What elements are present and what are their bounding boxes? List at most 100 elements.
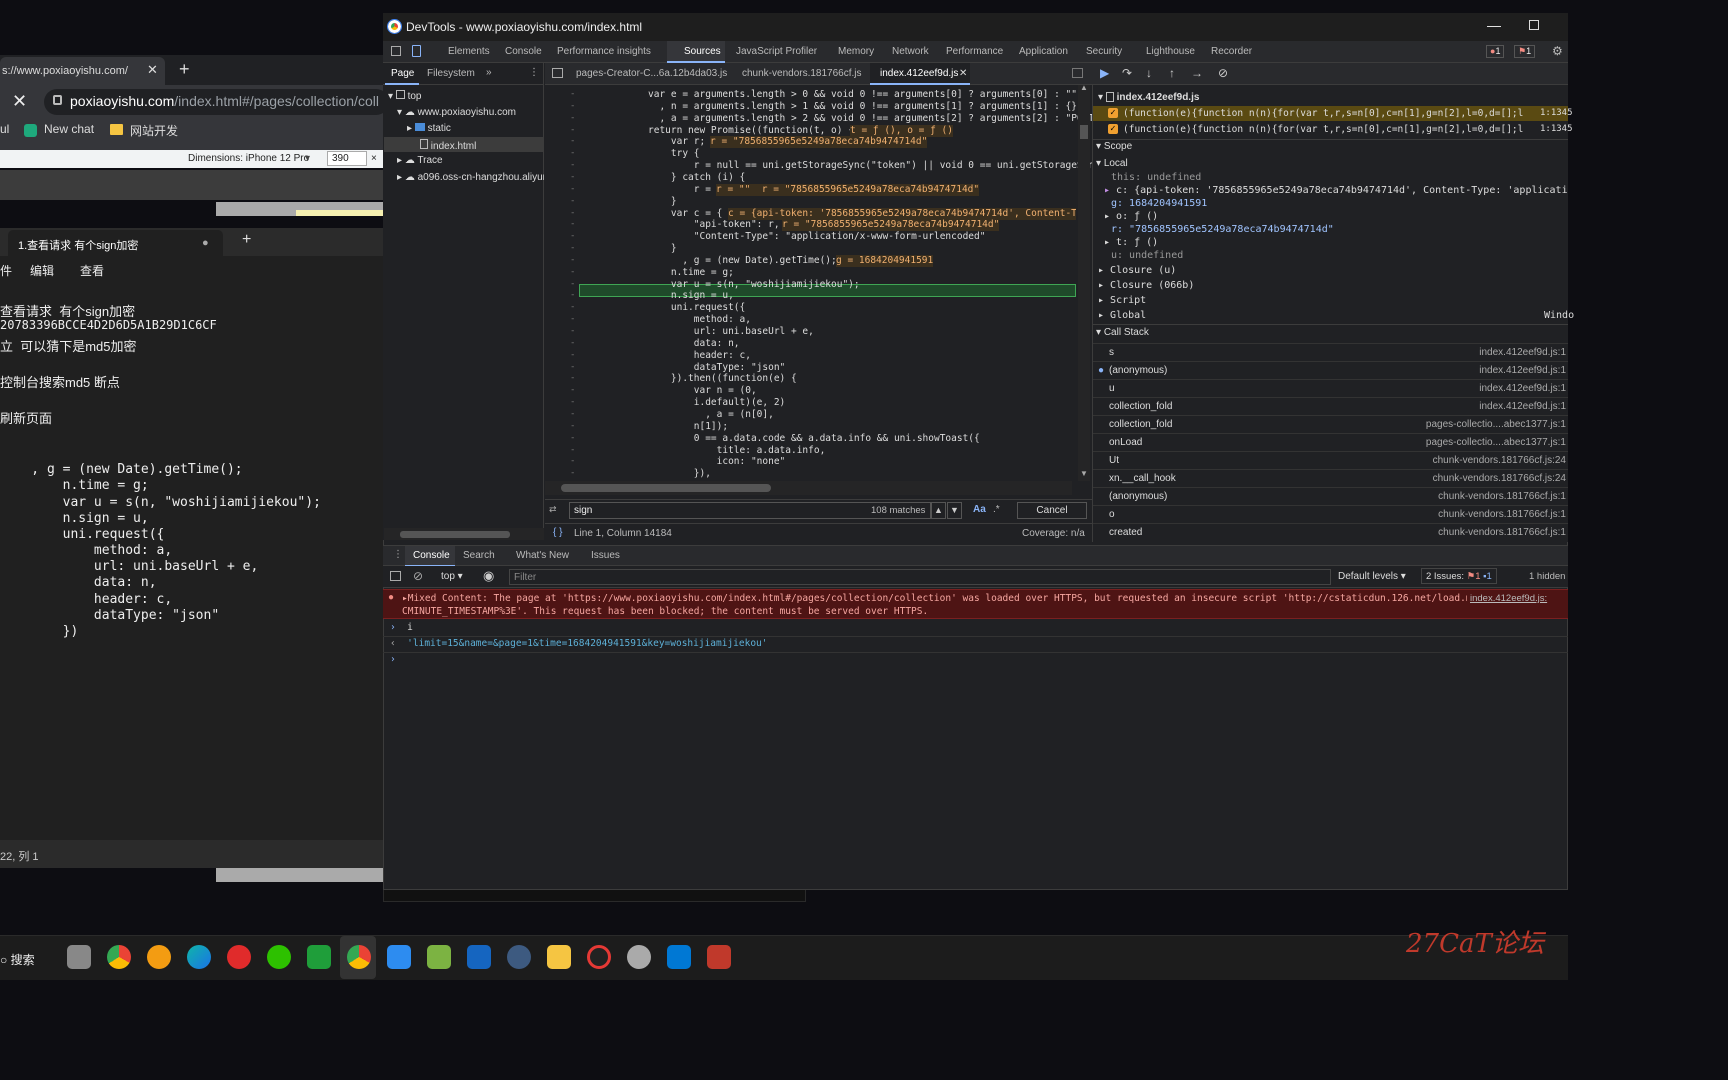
context-select[interactable]: top ▾ — [441, 571, 463, 582]
editor-tab-chunk-vendors[interactable]: chunk-vendors.181766cf.js — [742, 68, 862, 79]
error-counter[interactable]: ●1 — [1486, 45, 1505, 58]
bookmark-new-chat[interactable]: New chat — [44, 122, 94, 136]
chrome-icon[interactable] — [107, 945, 131, 969]
gutter-marker[interactable]: - — [570, 231, 575, 241]
file-explorer-icon[interactable] — [547, 945, 571, 969]
closure-066b[interactable]: ▸ Closure (066b) — [1098, 280, 1194, 291]
notepad-menu-edit[interactable]: 编辑 — [30, 262, 54, 279]
close-tab-icon[interactable]: ✕ — [147, 62, 158, 78]
editor-vscroll[interactable]: ▲ ▼ — [1078, 83, 1090, 481]
tree-item-static[interactable]: ▸ static — [407, 123, 451, 134]
tab-network[interactable]: Network — [892, 46, 929, 57]
device-width-input[interactable]: 390 — [327, 151, 367, 166]
inspect-icon[interactable] — [391, 46, 401, 56]
wechat-icon[interactable] — [267, 945, 291, 969]
gutter-marker[interactable]: - — [570, 125, 575, 135]
local-scope-header[interactable]: ▾ Local — [1096, 158, 1128, 169]
gutter-marker[interactable]: - — [570, 373, 575, 383]
gear-icon[interactable]: ⚙ — [1552, 44, 1563, 58]
device-toggle-icon[interactable] — [412, 45, 421, 57]
call-stack-header[interactable]: ▾ Call Stack — [1096, 327, 1149, 338]
deactivate-breakpoints-icon[interactable]: ⊘ — [1218, 66, 1228, 80]
call-frame[interactable]: ● (anonymous) index.412eef9d.js:1 — [1093, 361, 1568, 379]
gutter-marker[interactable]: - — [570, 148, 575, 158]
gutter-marker[interactable]: - — [570, 219, 575, 229]
android-icon[interactable] — [427, 945, 451, 969]
gutter-marker[interactable]: - — [570, 89, 575, 99]
gutter-marker[interactable]: - — [570, 302, 575, 312]
editor-tab-pages-creator[interactable]: pages-Creator-C...6a.12b4da03.js — [576, 68, 727, 79]
call-frame[interactable]: onLoad pages-collectio....abec1377.js:1 — [1093, 433, 1568, 451]
notepad-menu-view[interactable]: 查看 — [80, 262, 104, 279]
tab-memory[interactable]: Memory — [838, 46, 874, 57]
step-into-icon[interactable]: ↓ — [1146, 66, 1152, 80]
step-out-icon[interactable]: ↑ — [1169, 66, 1175, 80]
gutter-marker[interactable]: - — [570, 160, 575, 170]
tab-performance-insights[interactable]: Performance insights — [557, 46, 651, 57]
tab-application[interactable]: Application — [1019, 46, 1068, 57]
gutter-marker[interactable]: - — [570, 385, 575, 395]
gutter-marker[interactable]: - — [570, 243, 575, 253]
scope-header[interactable]: ▾ Scope — [1096, 141, 1132, 152]
console-prompt[interactable]: › — [390, 654, 396, 665]
gutter-marker[interactable]: - — [570, 290, 575, 300]
drawer-tab-whats-new[interactable]: What's New — [516, 550, 569, 561]
tree-item-domain[interactable]: ▾ ☁ www.poxiaoyishu.com — [397, 107, 516, 118]
call-frame[interactable]: collection_fold pages-collectio....abec13… — [1093, 415, 1568, 433]
scope-var-o[interactable]: ▸ o: ƒ () — [1104, 211, 1158, 222]
drawer-tab-search[interactable]: Search — [463, 550, 495, 561]
breakpoint-checkbox[interactable]: ✓ — [1108, 124, 1118, 134]
regex-icon[interactable]: .* — [993, 504, 1000, 515]
gutter-marker[interactable]: - — [570, 279, 575, 289]
tab-lighthouse[interactable]: Lighthouse — [1146, 46, 1195, 57]
log-levels-select[interactable]: Default levels ▾ — [1338, 571, 1406, 582]
pretty-print-icon[interactable]: { } — [553, 527, 562, 538]
gutter-marker[interactable]: - — [570, 196, 575, 206]
notepad-icon[interactable] — [387, 945, 411, 969]
gutter-marker[interactable]: - — [570, 255, 575, 265]
tab-js-profiler[interactable]: JavaScript Profiler — [736, 46, 817, 57]
recorder-icon[interactable] — [587, 945, 611, 969]
task-view-icon[interactable] — [67, 945, 91, 969]
tree-item-top[interactable]: ▾ top — [388, 90, 422, 102]
eye-icon[interactable]: ◉ — [483, 568, 494, 584]
step-icon[interactable]: → — [1191, 66, 1203, 80]
console-filter-input[interactable]: Filter — [509, 569, 1331, 585]
bookmark-web-dev[interactable]: 网站开发 — [130, 122, 178, 139]
globe-icon[interactable] — [627, 945, 651, 969]
gutter-marker[interactable]: - — [570, 397, 575, 407]
call-frame[interactable]: (anonymous) chunk-vendors.181766cf.js:1 — [1093, 487, 1568, 505]
breakpoint-checkbox[interactable]: ✓ — [1108, 108, 1118, 118]
editor-hscroll[interactable] — [545, 481, 1072, 495]
call-frame[interactable]: xn.__call_hook chunk-vendors.181766cf.js:… — [1093, 469, 1568, 487]
gutter-marker[interactable]: - — [570, 468, 575, 478]
tab-sources[interactable]: Sources — [684, 46, 721, 57]
close-tab-icon[interactable]: ✕ — [959, 68, 967, 79]
call-frame[interactable]: u index.412eef9d.js:1 — [1093, 379, 1568, 397]
gutter-marker[interactable]: - — [570, 101, 575, 111]
bookmark-1[interactable]: ul — [0, 122, 9, 136]
gutter-marker[interactable]: - — [570, 421, 575, 431]
scope-var-c[interactable]: ▸ c: {api-token: '7856855965e5249a78eca7… — [1104, 185, 1568, 196]
gutter-marker[interactable]: - — [570, 409, 575, 419]
gutter-marker[interactable]: - — [570, 362, 575, 372]
search-tool-icon[interactable] — [147, 945, 171, 969]
app-red-icon[interactable] — [707, 945, 731, 969]
call-frame[interactable]: o chunk-vendors.181766cf.js:1 — [1093, 505, 1568, 523]
drawer-tab-console[interactable]: Console — [413, 550, 450, 561]
call-frame[interactable]: created chunk-vendors.181766cf.js:1 — [1093, 523, 1568, 541]
tree-item-trace[interactable]: ▸ ☁ Trace — [397, 155, 443, 166]
notepad-tab[interactable]: 1.查看请求 有个sign加密 ● — [8, 230, 223, 256]
drawer-tab-issues[interactable]: Issues — [591, 550, 620, 561]
call-frame[interactable]: Ut chunk-vendors.181766cf.js:24 — [1093, 451, 1568, 469]
gutter-marker[interactable]: - — [570, 314, 575, 324]
notepad-new-tab-icon[interactable]: + — [242, 231, 251, 249]
gutter-marker[interactable]: - — [570, 136, 575, 146]
clear-console-icon[interactable]: ⊘ — [413, 569, 423, 583]
gutter-marker[interactable]: - — [570, 113, 575, 123]
netease-music-icon[interactable] — [227, 945, 251, 969]
tab-recorder[interactable]: Recorder — [1211, 46, 1252, 57]
resume-icon[interactable]: ▶ — [1100, 66, 1109, 80]
new-tab-icon[interactable]: + — [179, 59, 190, 80]
toggle-navigator-icon[interactable] — [552, 68, 563, 78]
